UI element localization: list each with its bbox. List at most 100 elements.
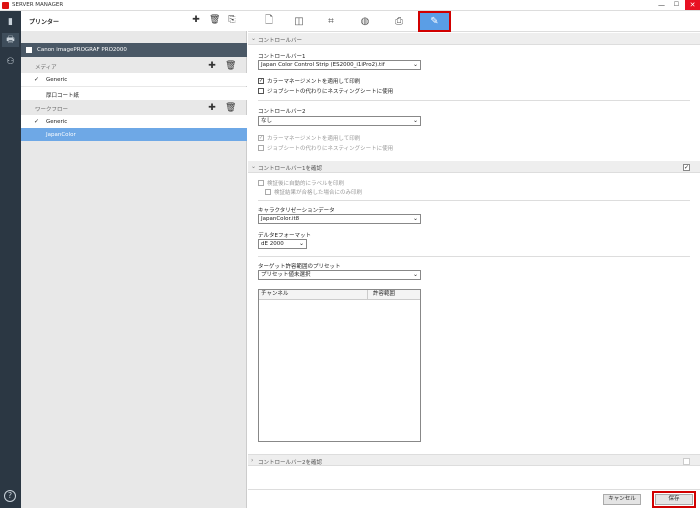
footer-bar: キャンセル 保存 — [248, 489, 700, 508]
user-icon[interactable]: ⚇ — [2, 55, 19, 69]
import-icon[interactable]: ⎘ — [227, 15, 237, 25]
control-bar2-value: なし — [261, 118, 273, 124]
divider — [258, 100, 690, 101]
media-section-header: メディア ✚ 🗑 — [21, 59, 247, 72]
media-item-label: Generic — [46, 77, 68, 83]
sidebar-title: プリンター — [29, 19, 60, 26]
checkbox-box — [258, 180, 264, 186]
tab-print[interactable]: ⎙ — [384, 11, 414, 32]
workflow-item-selected[interactable]: JapanColor — [21, 128, 247, 141]
chevron-down-icon: ⌄ — [412, 117, 418, 124]
left-nav-bar: ▮ 🖶 ⚇ ? — [0, 11, 21, 508]
chevron-down-icon: ⌄ — [412, 61, 418, 68]
media-item[interactable]: ✓ Generic — [21, 73, 247, 86]
checkbox-label: カラーマネージメントを適用して印刷 — [267, 136, 361, 142]
palette-icon: ◍ — [360, 16, 370, 27]
characterization-label: キャラクタリゼーションデータ — [258, 208, 335, 214]
chevron-down-icon: ⌄ — [298, 240, 304, 247]
tolerance-preset-value: プリセット値未選択 — [261, 272, 311, 278]
main-panel: 🗋 ◫ ⌗ ◍ ⎙ ✎ ⌄ コントロールバー コントロールバー1 Japan C… — [248, 11, 700, 508]
title-bar: SERVER MANAGER — ☐ ✕ — [0, 0, 700, 11]
delta-e-label: デルタEフォーマット — [258, 233, 311, 239]
media-item[interactable]: 厚口コート紙 — [21, 87, 247, 100]
workflow-item[interactable]: ✓ Generic — [21, 115, 247, 128]
auto-label-checkbox[interactable]: 検証後に自動的にラベルを印刷 — [258, 179, 344, 187]
tolerance-preset-label: ターゲット許容範囲のプリセット — [258, 264, 341, 270]
column-header-tolerance[interactable]: 許容範囲 — [368, 290, 420, 300]
check-icon: ✓ — [34, 118, 40, 125]
print-icon: ⎙ — [395, 16, 403, 27]
section-enable-checkbox[interactable] — [683, 458, 690, 465]
section-title: コントロールバー — [258, 38, 303, 44]
tab-crop[interactable]: ⌗ — [316, 11, 346, 32]
checkbox-label: ジョブシートの代わりにネスティングシートに使用 — [267, 146, 394, 152]
add-media-icon[interactable]: ✚ — [207, 61, 217, 71]
tab-color[interactable]: ◍ — [350, 11, 380, 32]
media-item-label: 厚口コート紙 — [46, 93, 80, 99]
printer-status-icon — [26, 47, 32, 53]
verify-bar2-section-header[interactable]: › コントロールバー2を確認 — [248, 454, 700, 466]
control-bar2-select[interactable]: なし ⌄ — [258, 116, 421, 126]
printer-sidebar: プリンター ✚ 🗑 ⎘ Canon imagePROGRAF PRO2000 メ… — [21, 11, 247, 508]
tab-document[interactable]: 🗋 — [254, 11, 284, 32]
add-workflow-icon[interactable]: ✚ — [207, 103, 217, 113]
section-enable-checkbox[interactable]: ✓ — [683, 164, 690, 171]
checkbox-label: ジョブシートの代わりにネスティングシートに使用 — [267, 89, 394, 95]
workflow-label: ワークフロー — [35, 107, 69, 113]
window-title: SERVER MANAGER — [12, 2, 64, 8]
workflow-section-header: ワークフロー ✚ 🗑 — [21, 101, 247, 114]
app-icon — [2, 2, 9, 9]
divider — [258, 200, 690, 201]
tab-verify[interactable]: ✎ — [418, 11, 451, 32]
document-icon: 🗋 — [264, 15, 274, 26]
column-header-channel[interactable]: チャンネル — [259, 290, 368, 300]
cb2-nesting-checkbox[interactable]: ジョブシートの代わりにネスティングシートに使用 — [258, 144, 393, 152]
minimize-button[interactable]: — — [654, 0, 669, 10]
checkbox-box — [258, 88, 264, 94]
cb1-nesting-checkbox[interactable]: ジョブシートの代わりにネスティングシートに使用 — [258, 87, 393, 95]
verify-bar1-section-header[interactable]: ⌄ コントロールバー1を確認 ✓ — [248, 161, 700, 173]
chevron-down-icon: ⌄ — [251, 35, 257, 42]
save-button[interactable]: 保存 — [652, 491, 696, 508]
close-button[interactable]: ✕ — [685, 0, 700, 10]
characterization-value: JapanColor.it8 — [261, 216, 300, 222]
cb1-color-mgmt-checkbox[interactable]: ✓ カラーマネージメントを適用して印刷 — [258, 77, 360, 85]
delete-workflow-icon[interactable]: 🗑 — [225, 103, 236, 113]
cb2-color-mgmt-checkbox[interactable]: ✓ カラーマネージメントを適用して印刷 — [258, 134, 360, 142]
workflow-item-label: JapanColor — [46, 132, 76, 138]
chevron-down-icon: ⌄ — [251, 163, 257, 170]
crop-icon: ⌗ — [328, 16, 334, 27]
chevron-down-icon: ⌄ — [412, 271, 418, 278]
verify-icon: ✎ — [430, 16, 439, 27]
help-icon[interactable]: ? — [4, 490, 16, 502]
printer-item[interactable]: Canon imagePROGRAF PRO2000 — [21, 43, 247, 57]
delta-e-select[interactable]: dE 2000 ⌄ — [258, 239, 307, 249]
tolerance-preset-select[interactable]: プリセット値未選択 ⌄ — [258, 270, 421, 280]
check-icon: ✓ — [34, 76, 40, 83]
divider — [258, 256, 690, 257]
add-icon[interactable]: ✚ — [191, 15, 201, 25]
server-icon[interactable]: ▮ — [2, 15, 19, 29]
checkbox-box: ✓ — [258, 78, 264, 84]
delta-e-value: dE 2000 — [261, 241, 284, 247]
characterization-select[interactable]: JapanColor.it8 ⌄ — [258, 214, 421, 224]
delete-media-icon[interactable]: 🗑 — [225, 61, 236, 71]
checkbox-label: カラーマネージメントを適用して印刷 — [267, 79, 361, 85]
layout-icon: ◫ — [294, 16, 304, 27]
tolerance-table[interactable]: チャンネル 許容範囲 — [258, 289, 421, 442]
pass-only-checkbox[interactable]: 検証結果が合格した場合にのみ印刷 — [265, 188, 362, 196]
printer-label: Canon imagePROGRAF PRO2000 — [37, 47, 127, 53]
trash-icon[interactable]: 🗑 — [209, 15, 220, 25]
control-bar1-select[interactable]: Japan Color Control Strip (ES2000_i1iPro… — [258, 60, 421, 70]
control-bar-section-header[interactable]: ⌄ コントロールバー — [248, 33, 700, 45]
control-bar1-label: コントロールバー1 — [258, 54, 306, 60]
section-title: コントロールバー1を確認 — [258, 166, 323, 172]
cancel-button[interactable]: キャンセル — [603, 494, 641, 505]
checkbox-box — [265, 189, 271, 195]
maximize-button[interactable]: ☐ — [669, 0, 684, 10]
sidebar-header: プリンター ✚ 🗑 ⎘ — [21, 11, 247, 31]
control-bar2-label: コントロールバー2 — [258, 109, 306, 115]
control-bar1-value: Japan Color Control Strip (ES2000_i1iPro… — [261, 62, 385, 68]
printer-icon[interactable]: 🖶 — [2, 33, 19, 47]
tab-layout[interactable]: ◫ — [284, 11, 314, 32]
